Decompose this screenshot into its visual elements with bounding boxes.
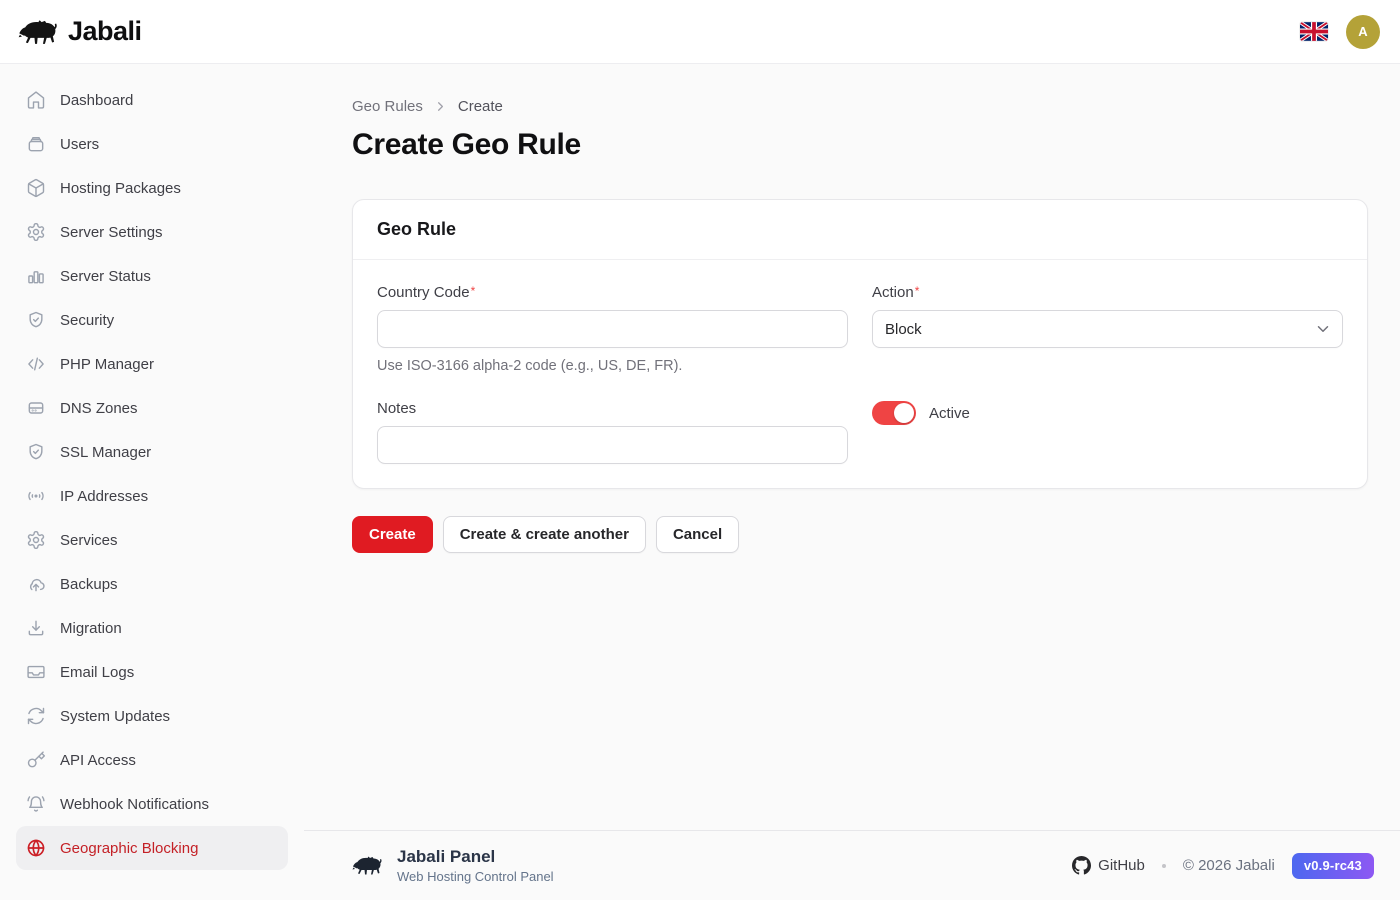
field-notes: Notes [377,400,848,464]
chevron-right-icon [433,99,448,114]
shield-check-icon [26,442,46,462]
key-icon [26,750,46,770]
sidebar-item-hosting-packages[interactable]: Hosting Packages [16,166,288,210]
sidebar: Dashboard Users Hosting Packages Server … [0,64,304,900]
geo-rule-card: Geo Rule Country Code* Use ISO-3166 alph… [352,199,1368,489]
code-icon [26,354,46,374]
country-code-label: Country Code* [377,284,848,301]
sidebar-item-system-updates[interactable]: System Updates [16,694,288,738]
breadcrumb-geo-rules[interactable]: Geo Rules [352,98,423,115]
github-label: GitHub [1098,857,1145,874]
country-code-input[interactable] [377,310,848,348]
gear-icon [26,222,46,242]
form-actions: Create Create & create another Cancel [352,516,1368,553]
inbox-icon [26,662,46,682]
github-link[interactable]: GitHub [1072,856,1145,875]
bar-chart-icon [26,266,46,286]
home-icon [26,90,46,110]
app-header: Jabali A [0,0,1400,64]
required-asterisk: * [915,284,920,298]
sidebar-item-services[interactable]: Services [16,518,288,562]
page-title: Create Geo Rule [352,128,1368,162]
action-select[interactable]: Block [872,310,1343,348]
toggle-knob [894,403,914,423]
action-label: Action* [872,284,1343,301]
sidebar-item-server-status[interactable]: Server Status [16,254,288,298]
breadcrumb-create: Create [458,98,503,115]
app-footer: Jabali Panel Web Hosting Control Panel G… [304,830,1400,900]
server-icon [26,398,46,418]
main-content: Geo Rules Create Create Geo Rule Geo Rul… [304,64,1400,830]
cancel-button[interactable]: Cancel [656,516,739,553]
package-icon [26,178,46,198]
bell-icon [26,794,46,814]
cloud-upload-icon [26,574,46,594]
breadcrumb: Geo Rules Create [352,98,1368,115]
sidebar-item-webhook-notifications[interactable]: Webhook Notifications [16,782,288,826]
create-button[interactable]: Create [352,516,433,553]
sidebar-item-ip-addresses[interactable]: IP Addresses [16,474,288,518]
version-badge: v0.9-rc43 [1292,853,1374,879]
sidebar-item-security[interactable]: Security [16,298,288,342]
sidebar-item-email-logs[interactable]: Email Logs [16,650,288,694]
action-selected-value: Block [885,321,922,338]
brand-logo[interactable]: Jabali [18,16,142,47]
sidebar-item-geographic-blocking[interactable]: Geographic Blocking [16,826,288,870]
dot-separator [1162,864,1166,868]
sidebar-item-users[interactable]: Users [16,122,288,166]
shield-check-icon [26,310,46,330]
footer-brand-name: Jabali Panel [397,847,554,867]
sidebar-item-server-settings[interactable]: Server Settings [16,210,288,254]
sidebar-item-backups[interactable]: Backups [16,562,288,606]
field-active: Active [872,400,1343,464]
notes-input[interactable] [377,426,848,464]
notes-label: Notes [377,400,848,417]
sidebar-item-migration[interactable]: Migration [16,606,288,650]
active-toggle[interactable] [872,401,916,425]
github-icon [1072,856,1091,875]
user-avatar[interactable]: A [1346,15,1380,49]
boar-icon [18,17,60,47]
download-icon [26,618,46,638]
brand-name: Jabali [68,16,142,47]
boar-icon [352,854,384,877]
required-asterisk: * [471,284,476,298]
globe-icon [26,838,46,858]
active-toggle-label: Active [929,405,970,422]
chevron-down-icon [1314,320,1332,338]
sidebar-item-dashboard[interactable]: Dashboard [16,78,288,122]
copyright-text: © 2026 Jabali [1183,857,1275,874]
field-country-code: Country Code* Use ISO-3166 alpha-2 code … [377,284,848,374]
sidebar-item-dns-zones[interactable]: DNS Zones [16,386,288,430]
sidebar-item-ssl-manager[interactable]: SSL Manager [16,430,288,474]
radio-waves-icon [26,486,46,506]
sidebar-item-php-manager[interactable]: PHP Manager [16,342,288,386]
field-action: Action* Block [872,284,1343,374]
footer-tagline: Web Hosting Control Panel [397,869,554,884]
users-drawer-icon [26,134,46,154]
create-and-create-another-button[interactable]: Create & create another [443,516,646,553]
sidebar-item-api-access[interactable]: API Access [16,738,288,782]
gear-icon [26,530,46,550]
card-header: Geo Rule [353,200,1367,260]
uk-flag-icon[interactable] [1300,22,1328,41]
card-title: Geo Rule [377,219,456,239]
refresh-icon [26,706,46,726]
country-code-helper: Use ISO-3166 alpha-2 code (e.g., US, DE,… [377,358,848,374]
